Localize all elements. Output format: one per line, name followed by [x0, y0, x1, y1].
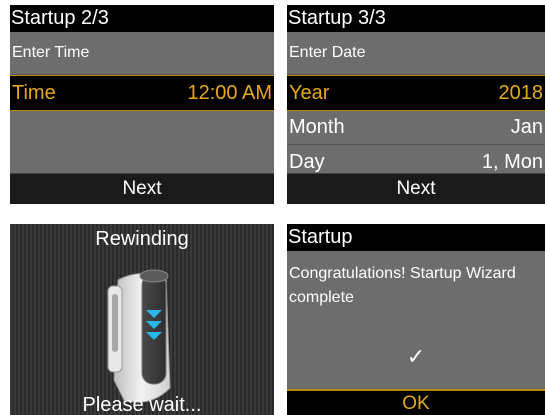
startup-time-screen: Startup 2/3 Enter Time Time 12:00 AM Nex… [10, 5, 274, 204]
status-text: Please wait... [82, 394, 202, 415]
next-button[interactable]: Next [10, 173, 274, 204]
ok-button[interactable]: OK [287, 389, 545, 415]
screen-title: Startup 3/3 [287, 5, 545, 32]
year-label: Year [289, 82, 330, 104]
year-row[interactable]: Year 2018 [287, 75, 545, 111]
next-button[interactable]: Next [287, 173, 545, 204]
time-value: 12:00 AM [187, 82, 272, 104]
completion-message: Congratulations! Startup Wizard complete [289, 265, 516, 306]
screen-subtitle: Enter Date [287, 32, 545, 75]
screen-title: Rewinding [95, 228, 189, 250]
insulin-pump-icon [107, 269, 171, 403]
screen-subtitle: Enter Time [10, 32, 274, 75]
screen-title: Startup 2/3 [10, 5, 274, 32]
month-row[interactable]: Month Jan [287, 110, 545, 145]
check-icon: ✓ [406, 344, 426, 369]
startup-complete-screen: Startup Congratulations! Startup Wizard … [287, 224, 545, 415]
month-label: Month [289, 116, 345, 138]
screen-title: Startup [287, 224, 545, 251]
month-value: Jan [510, 116, 543, 138]
time-label: Time [12, 82, 56, 104]
startup-date-screen: Startup 3/3 Enter Date Year 2018 Month J… [287, 5, 545, 204]
time-row[interactable]: Time 12:00 AM [10, 75, 274, 111]
rewinding-screen: Rewinding Please wait... [10, 224, 274, 415]
year-value: 2018 [498, 82, 544, 104]
